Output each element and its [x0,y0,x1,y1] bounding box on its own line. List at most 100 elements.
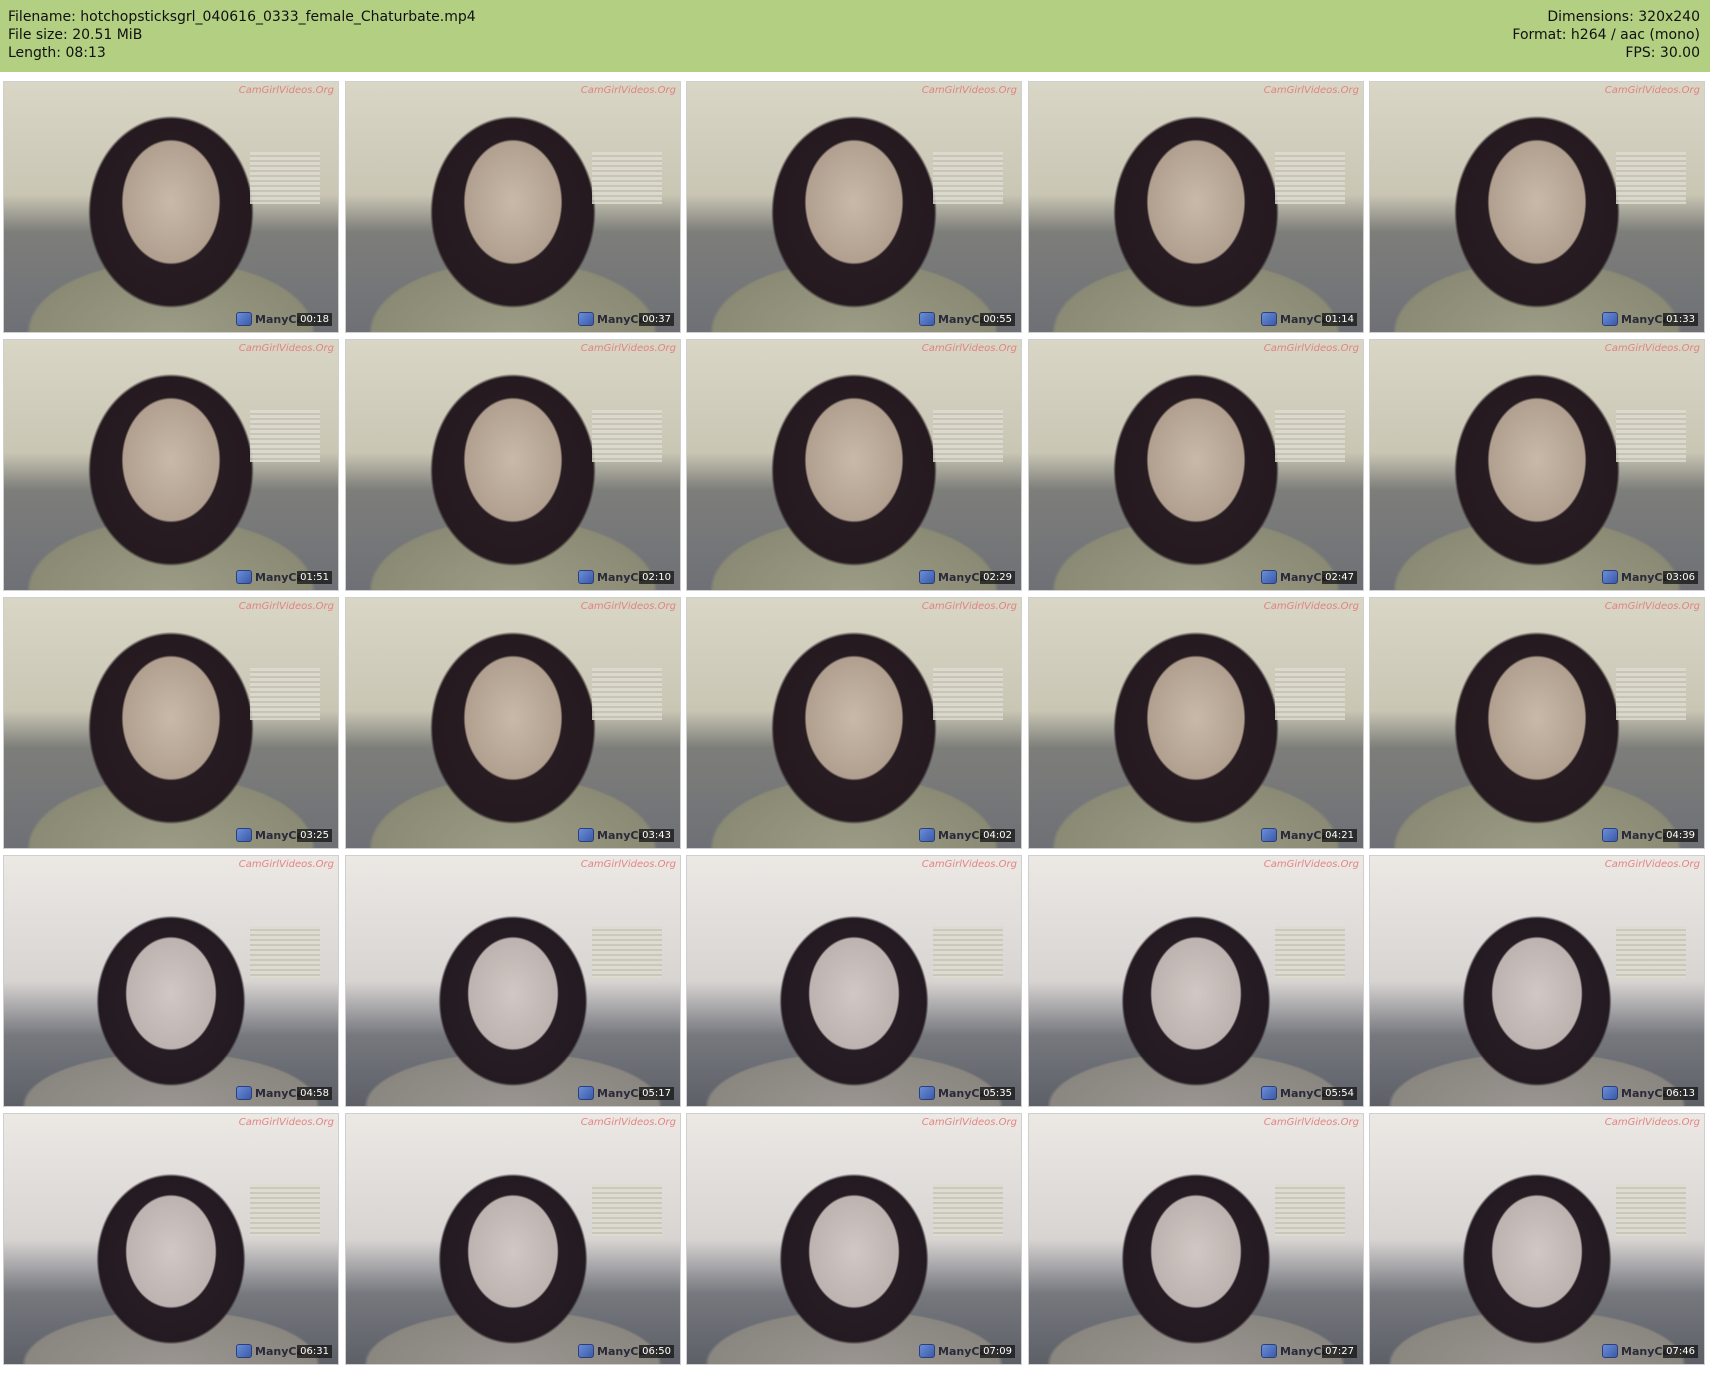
file-info: Filename: hotchopsticksgrl_040616_0333_f… [8,8,476,62]
file-size-text: File size: 20.51 MiB [8,27,143,43]
cam-logo: ManyCa [236,828,304,842]
video-thumbnail: CamGirlVideos.Org ManyCa 07:46 [1370,1114,1704,1364]
timestamp-label: 02:10 [639,571,674,584]
camera-icon [578,828,594,842]
cam-logo: ManyCa [1602,570,1670,584]
background-window [250,926,320,978]
cam-logo: ManyCa [1261,1086,1329,1100]
background-window [1275,152,1345,204]
timestamp-label: 01:14 [1322,313,1357,326]
timestamp-label: 02:29 [980,571,1015,584]
watermark-text: CamGirlVideos.Org [921,343,1017,354]
background-window [1275,668,1345,720]
timestamp-label: 05:17 [639,1087,674,1100]
camera-icon [1602,1344,1618,1358]
cam-logo: ManyCa [1602,1344,1670,1358]
video-thumbnail: CamGirlVideos.Org ManyCa 00:18 [4,82,338,332]
video-thumbnail: CamGirlVideos.Org ManyCa 02:10 [346,340,680,590]
cam-logo: ManyCa [919,312,987,326]
watermark-text: CamGirlVideos.Org [921,859,1017,870]
watermark-text: CamGirlVideos.Org [238,343,334,354]
timestamp-label: 06:31 [297,1345,332,1358]
watermark-text: CamGirlVideos.Org [1263,859,1359,870]
cam-logo: ManyCa [578,1344,646,1358]
camera-icon [1602,1086,1618,1100]
camera-icon [1602,312,1618,326]
timestamp-label: 01:33 [1663,313,1698,326]
video-thumbnail: CamGirlVideos.Org ManyCa 04:39 [1370,598,1704,848]
cam-logo: ManyCa [578,312,646,326]
video-thumbnail: CamGirlVideos.Org ManyCa 04:02 [687,598,1021,848]
background-window [1616,926,1686,978]
camera-icon [919,312,935,326]
background-window [933,668,1003,720]
background-window [592,1184,662,1236]
timestamp-label: 00:18 [297,313,332,326]
video-thumbnail: CamGirlVideos.Org ManyCa 00:37 [346,82,680,332]
timestamp-label: 04:21 [1322,829,1357,842]
watermark-text: CamGirlVideos.Org [1263,1117,1359,1128]
watermark-text: CamGirlVideos.Org [1604,859,1700,870]
camera-icon [1261,1344,1277,1358]
cam-logo: ManyCa [578,1086,646,1100]
cam-logo: ManyCa [1261,828,1329,842]
cam-logo: ManyCa [236,312,304,326]
video-thumbnail: CamGirlVideos.Org ManyCa 01:33 [1370,82,1704,332]
timestamp-label: 02:47 [1322,571,1357,584]
watermark-text: CamGirlVideos.Org [580,859,676,870]
length-text: Length: 08:13 [8,45,106,61]
filename-text: Filename: hotchopsticksgrl_040616_0333_f… [8,9,476,25]
timestamp-label: 07:27 [1322,1345,1357,1358]
cam-logo: ManyCa [578,828,646,842]
watermark-text: CamGirlVideos.Org [1263,85,1359,96]
background-window [1616,1184,1686,1236]
video-thumbnail: CamGirlVideos.Org ManyCa 06:31 [4,1114,338,1364]
video-thumbnail: CamGirlVideos.Org ManyCa 00:55 [687,82,1021,332]
video-thumbnail: CamGirlVideos.Org ManyCa 06:13 [1370,856,1704,1106]
background-window [933,926,1003,978]
video-thumbnail: CamGirlVideos.Org ManyCa 04:21 [1029,598,1363,848]
timestamp-label: 00:55 [980,313,1015,326]
watermark-text: CamGirlVideos.Org [1604,343,1700,354]
watermark-text: CamGirlVideos.Org [238,859,334,870]
video-thumbnail: CamGirlVideos.Org ManyCa 04:58 [4,856,338,1106]
watermark-text: CamGirlVideos.Org [580,343,676,354]
watermark-text: CamGirlVideos.Org [580,1117,676,1128]
camera-icon [578,1344,594,1358]
video-thumbnail: CamGirlVideos.Org ManyCa 03:43 [346,598,680,848]
dimensions-text: Dimensions: 320x240 [1547,9,1700,25]
watermark-text: CamGirlVideos.Org [1604,1117,1700,1128]
background-window [1275,1184,1345,1236]
background-window [1275,926,1345,978]
timestamp-label: 06:13 [1663,1087,1698,1100]
watermark-text: CamGirlVideos.Org [238,601,334,612]
video-thumbnail: CamGirlVideos.Org ManyCa 02:47 [1029,340,1363,590]
camera-icon [1261,1086,1277,1100]
camera-icon [236,828,252,842]
camera-icon [919,1344,935,1358]
camera-icon [236,312,252,326]
background-window [933,152,1003,204]
timestamp-label: 03:43 [639,829,674,842]
fps-text: FPS: 30.00 [1625,45,1700,61]
camera-icon [236,1086,252,1100]
timestamp-label: 01:51 [297,571,332,584]
camera-icon [1602,828,1618,842]
watermark-text: CamGirlVideos.Org [921,601,1017,612]
video-thumbnail: CamGirlVideos.Org ManyCa 02:29 [687,340,1021,590]
cam-logo: ManyCa [919,828,987,842]
camera-icon [578,1086,594,1100]
camera-icon [919,1086,935,1100]
watermark-text: CamGirlVideos.Org [1263,343,1359,354]
video-thumbnail: CamGirlVideos.Org ManyCa 01:51 [4,340,338,590]
background-window [250,410,320,462]
background-window [592,152,662,204]
camera-icon [1261,312,1277,326]
background-window [933,1184,1003,1236]
timestamp-label: 04:58 [297,1087,332,1100]
camera-icon [1602,570,1618,584]
cam-logo: ManyCa [236,1344,304,1358]
camera-icon [236,1344,252,1358]
video-thumbnail: CamGirlVideos.Org ManyCa 07:27 [1029,1114,1363,1364]
cam-logo: ManyCa [919,1086,987,1100]
